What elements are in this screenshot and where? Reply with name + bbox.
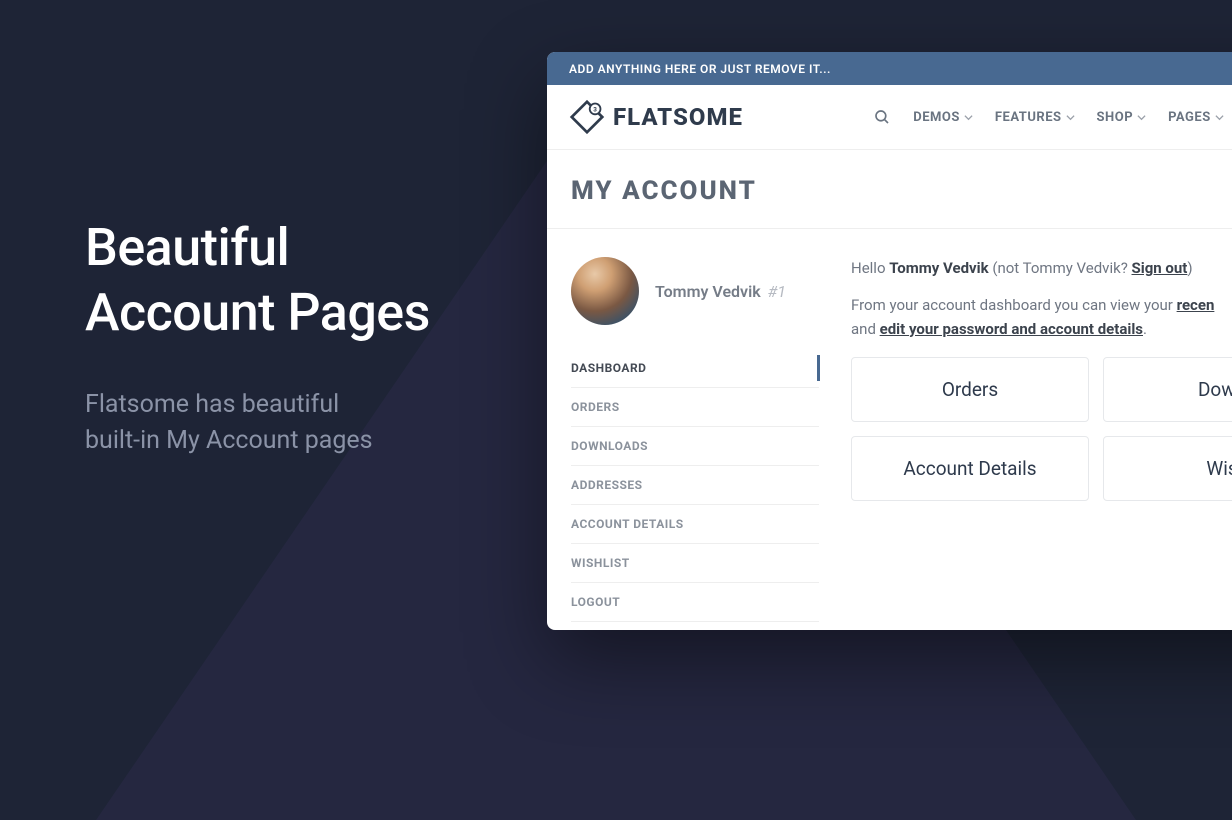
profile-name-text: Tommy Vedvik	[655, 282, 761, 301]
hero-title: Beautiful Account Pages	[85, 215, 430, 345]
nav-item-shop[interactable]: SHOP	[1097, 110, 1147, 125]
account-sidebar: Tommy Vedvik #1 DASHBOARD ORDERS DOWNLOA…	[571, 257, 819, 622]
page-title: MY ACCOUNT	[547, 150, 1232, 229]
sidebar-item-logout[interactable]: LOGOUT	[571, 583, 819, 622]
desc-prefix: From your account dashboard you can view…	[851, 296, 1177, 314]
card-wishlist[interactable]: Wis	[1103, 436, 1232, 501]
profile-rank: #1	[768, 282, 786, 301]
hello-prefix: Hello	[851, 259, 889, 277]
sign-out-link[interactable]: Sign out	[1132, 259, 1188, 277]
search-icon[interactable]	[873, 108, 891, 126]
recent-orders-link[interactable]: recen	[1177, 296, 1215, 314]
profile-name: Tommy Vedvik #1	[655, 282, 786, 301]
dashboard-description: From your account dashboard you can view…	[851, 294, 1232, 341]
sidebar-item-account-details[interactable]: ACCOUNT DETAILS	[571, 505, 819, 544]
svg-text:3: 3	[593, 106, 597, 114]
nav-label: SHOP	[1097, 110, 1134, 125]
dashboard-main: Hello Tommy Vedvik (not Tommy Vedvik? Si…	[851, 257, 1232, 622]
avatar	[571, 257, 639, 325]
sidebar-item-downloads[interactable]: DOWNLOADS	[571, 427, 819, 466]
site-header: 3 FLATSOME DEMOS FEATURES SHOP	[547, 85, 1232, 150]
hero-sub-line2: built-in My Account pages	[85, 426, 373, 455]
logo-text: FLATSOME	[613, 103, 743, 131]
chevron-down-icon	[964, 113, 973, 122]
nav-item-pages[interactable]: PAGES	[1168, 110, 1224, 125]
hello-name: Tommy Vedvik	[889, 259, 988, 277]
desc-mid: and	[851, 320, 880, 338]
sidebar-item-wishlist[interactable]: WISHLIST	[571, 544, 819, 583]
nav-label: PAGES	[1168, 110, 1211, 125]
nav-label: DEMOS	[913, 110, 960, 125]
sidebar-item-addresses[interactable]: ADDRESSES	[571, 466, 819, 505]
greeting-line: Hello Tommy Vedvik (not Tommy Vedvik? Si…	[851, 257, 1232, 280]
hero-title-line1: Beautiful	[85, 217, 289, 278]
hero-text: Beautiful Account Pages Flatsome has bea…	[85, 215, 430, 460]
edit-details-link[interactable]: edit your password and account details	[880, 320, 1143, 338]
hello-suffix: )	[1187, 259, 1192, 277]
logo-icon: 3	[569, 99, 605, 135]
nav-item-demos[interactable]: DEMOS	[913, 110, 973, 125]
chevron-down-icon	[1215, 113, 1224, 122]
card-downloads[interactable]: Down	[1103, 357, 1232, 422]
dashboard-cards: Orders Down Account Details Wis	[851, 357, 1232, 501]
browser-window: ADD ANYTHING HERE OR JUST REMOVE IT... A…	[547, 52, 1232, 630]
chevron-down-icon	[1137, 113, 1146, 122]
profile-block: Tommy Vedvik #1	[571, 257, 819, 325]
logo[interactable]: 3 FLATSOME	[569, 99, 743, 135]
hello-not: (not Tommy Vedvik?	[989, 259, 1132, 277]
sidebar-item-dashboard[interactable]: DASHBOARD	[571, 349, 819, 388]
account-content: Tommy Vedvik #1 DASHBOARD ORDERS DOWNLOA…	[547, 229, 1232, 630]
card-account-details[interactable]: Account Details	[851, 436, 1089, 501]
account-nav: DASHBOARD ORDERS DOWNLOADS ADDRESSES ACC…	[571, 349, 819, 622]
hero-subtitle: Flatsome has beautiful built-in My Accou…	[85, 387, 430, 460]
main-nav: DEMOS FEATURES SHOP PAGES BLOG ELEMEN	[873, 108, 1232, 126]
card-orders[interactable]: Orders	[851, 357, 1089, 422]
hero-sub-line1: Flatsome has beautiful	[85, 390, 339, 419]
chevron-down-icon	[1066, 113, 1075, 122]
hero-title-line2: Account Pages	[85, 282, 430, 343]
sidebar-item-orders[interactable]: ORDERS	[571, 388, 819, 427]
top-bar: ADD ANYTHING HERE OR JUST REMOVE IT... A…	[547, 52, 1232, 85]
nav-item-features[interactable]: FEATURES	[995, 110, 1075, 125]
topbar-message: ADD ANYTHING HERE OR JUST REMOVE IT...	[569, 62, 831, 76]
nav-label: FEATURES	[995, 110, 1062, 125]
desc-suffix: .	[1143, 320, 1147, 338]
